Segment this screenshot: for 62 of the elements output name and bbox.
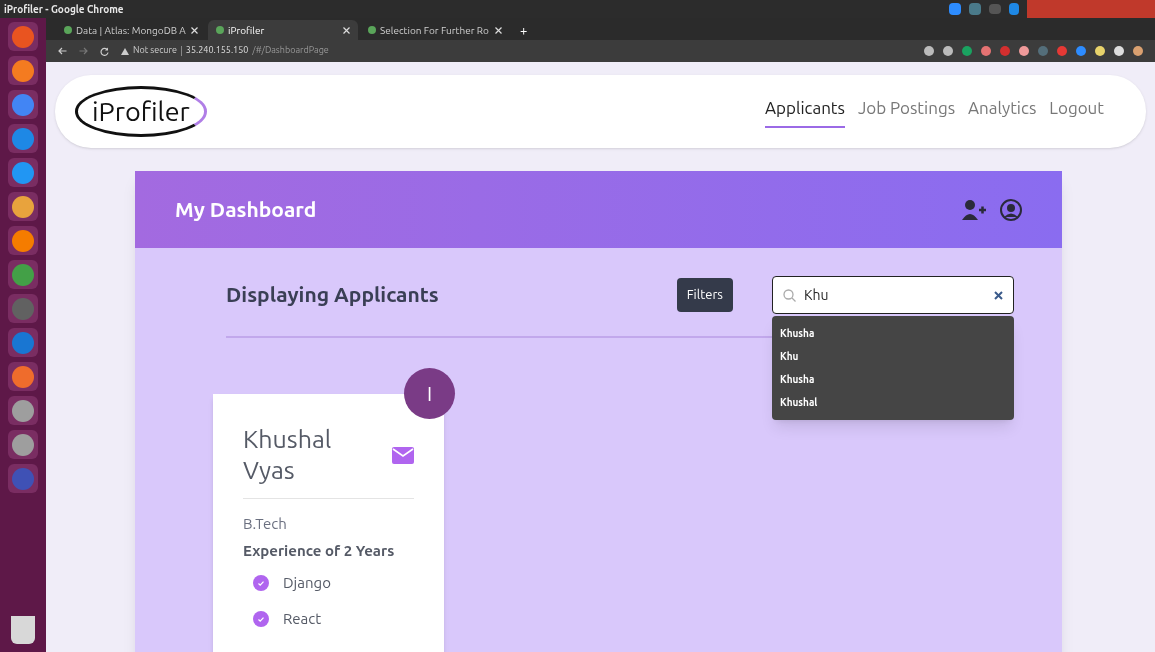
nav-link[interactable]: Applicants (765, 94, 845, 129)
tab-title: Selection For Further Ro (380, 23, 490, 38)
site-icon (64, 26, 72, 34)
mail-icon[interactable] (392, 446, 414, 464)
forward-icon[interactable] (79, 47, 88, 55)
applicant-name: Khushal Vyas (243, 424, 333, 486)
launcher-app-icon[interactable] (8, 158, 38, 187)
address-bar[interactable]: Not secure 35.240.155.150 /#/DashboardPage (121, 44, 329, 58)
section-heading: Displaying Applicants (226, 281, 439, 309)
browser-tab[interactable]: Selection For Further Ro (360, 20, 510, 40)
site-icon (216, 26, 224, 34)
experience: Experience of 2 Years (243, 540, 396, 561)
skill-label: Django (283, 573, 331, 593)
search-input[interactable]: Khu (804, 284, 986, 306)
tab-title: Data | Atlas: MongoDB A (76, 23, 187, 38)
close-icon[interactable] (343, 26, 350, 34)
check-icon (253, 610, 269, 627)
browser-tab[interactable]: Data | Atlas: MongoDB A (56, 20, 206, 40)
nav-link[interactable]: Job Postings (857, 94, 956, 129)
new-tab-button[interactable]: + (512, 20, 536, 40)
nav-link[interactable]: Logout (1049, 94, 1104, 129)
launcher-app-icon[interactable] (8, 260, 38, 289)
degree: B.Tech (243, 514, 288, 534)
filters-button[interactable]: Filters (676, 278, 733, 312)
tab-title: iProfiler (228, 23, 266, 38)
launcher-app-icon[interactable] (8, 396, 38, 425)
trash-icon[interactable] (11, 616, 35, 644)
launcher-app-icon[interactable] (8, 124, 38, 153)
search-icon (783, 288, 796, 302)
suggestion-item[interactable]: Khushal (772, 391, 1014, 414)
suggestion-item[interactable]: Khusha (772, 368, 1014, 391)
clear-icon[interactable] (994, 290, 1003, 300)
launcher-app-icon[interactable] (8, 430, 38, 459)
reload-icon[interactable] (100, 46, 109, 56)
add-user-icon[interactable] (962, 199, 986, 220)
back-icon[interactable] (58, 47, 67, 55)
url-host: 35.240.155.150 (185, 44, 249, 58)
dashboard-title: My Dashboard (175, 195, 317, 223)
nav-link[interactable]: Analytics (968, 94, 1037, 129)
user-account-icon[interactable] (1000, 198, 1022, 221)
search-field[interactable]: Khu (772, 276, 1014, 314)
launcher-app-icon[interactable] (8, 22, 38, 51)
skill-label: React (283, 608, 322, 629)
suggestion-item[interactable]: Khu (772, 345, 1014, 368)
url-path: /#/DashboardPage (252, 44, 329, 58)
warning-icon (121, 47, 129, 55)
close-icon[interactable] (495, 26, 502, 34)
launcher-app-icon[interactable] (8, 192, 38, 221)
check-icon (253, 575, 269, 592)
window-title: iProfiler - Google Chrome (4, 2, 124, 17)
launcher-app-icon[interactable] (8, 362, 38, 391)
site-icon (368, 26, 376, 34)
launcher-app-icon[interactable] (8, 90, 38, 119)
suggestion-item[interactable]: Khusha (772, 322, 1014, 345)
browser-tab[interactable]: iProfiler (208, 20, 358, 40)
initial-avatar: I (404, 368, 455, 419)
launcher-app-icon[interactable] (8, 328, 38, 357)
launcher-app-icon[interactable] (8, 226, 38, 255)
security-label: Not secure (133, 44, 177, 58)
launcher-app-icon[interactable] (8, 56, 38, 85)
close-icon[interactable] (191, 26, 198, 34)
logo[interactable]: iProfiler (75, 86, 207, 137)
